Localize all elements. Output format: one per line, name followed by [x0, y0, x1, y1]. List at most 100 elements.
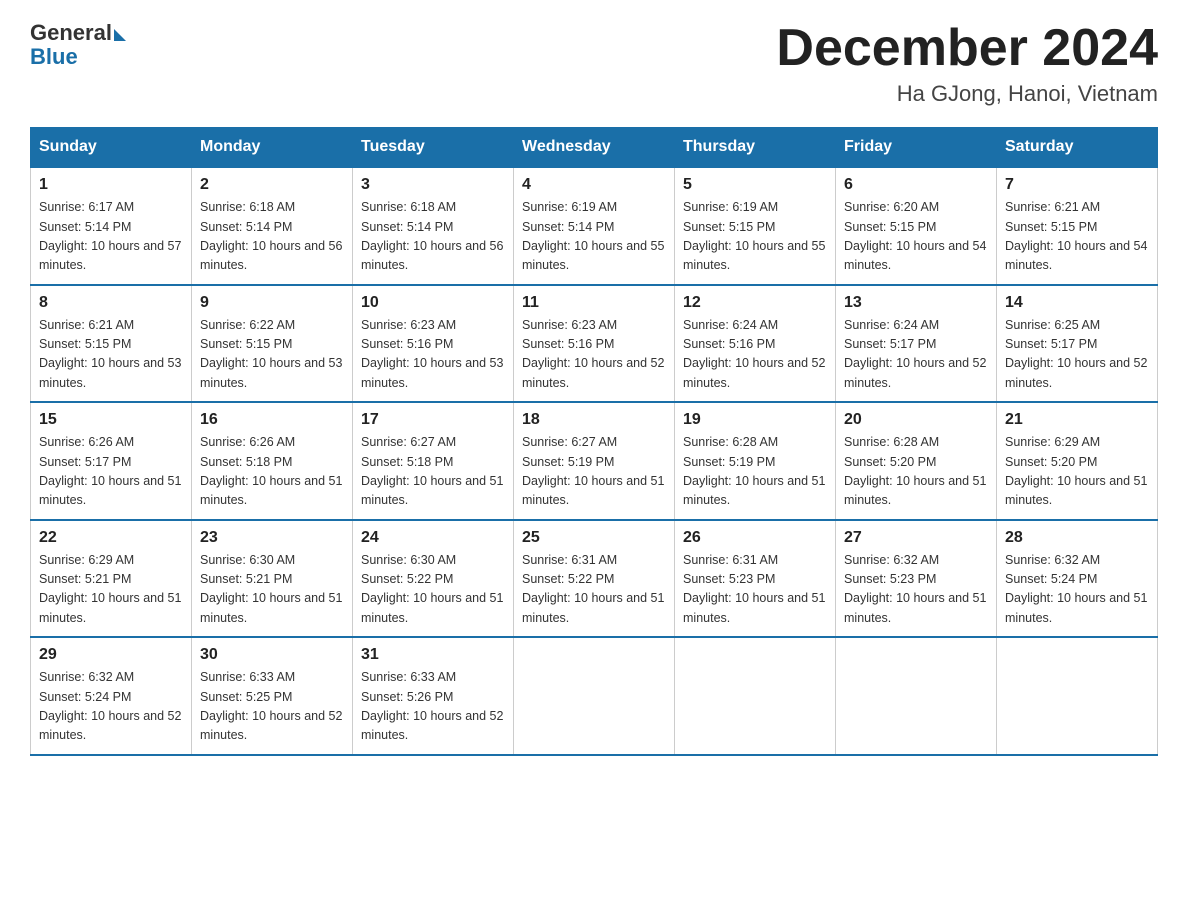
- day-number: 26: [683, 529, 827, 547]
- logo-general-text: General: [30, 20, 112, 46]
- day-cell: 1Sunrise: 6:17 AMSunset: 5:14 PMDaylight…: [31, 167, 192, 285]
- header-friday: Friday: [836, 128, 997, 168]
- day-cell: 26 Sunrise: 6:31 AMSunset: 5:23 PMDayligh…: [675, 520, 836, 638]
- day-number: 4: [522, 176, 666, 194]
- logo-arrow-icon: [114, 29, 126, 41]
- title-section: December 2024 Ha GJong, Hanoi, Vietnam: [776, 20, 1158, 107]
- day-detail: Sunrise: 6:28 AMSunset: 5:20 PMDaylight:…: [844, 435, 986, 507]
- day-cell: 19 Sunrise: 6:28 AMSunset: 5:19 PMDayligh…: [675, 402, 836, 520]
- day-cell: 2Sunrise: 6:18 AMSunset: 5:14 PMDaylight…: [192, 167, 353, 285]
- day-number: 28: [1005, 529, 1149, 547]
- day-cell: 18 Sunrise: 6:27 AMSunset: 5:19 PMDayligh…: [514, 402, 675, 520]
- day-cell: 15 Sunrise: 6:26 AMSunset: 5:17 PMDayligh…: [31, 402, 192, 520]
- day-cell: 31Sunrise: 6:33 AMSunset: 5:26 PMDayligh…: [353, 637, 514, 755]
- day-detail: Sunrise: 6:32 AMSunset: 5:24 PMDaylight:…: [1005, 553, 1147, 625]
- day-detail: Sunrise: 6:29 AMSunset: 5:21 PMDaylight:…: [39, 553, 181, 625]
- day-cell: 13 Sunrise: 6:24 AMSunset: 5:17 PMDayligh…: [836, 285, 997, 403]
- day-number: 12: [683, 294, 827, 312]
- day-cell: [675, 637, 836, 755]
- day-detail: Sunrise: 6:29 AMSunset: 5:20 PMDaylight:…: [1005, 435, 1147, 507]
- day-detail: Sunrise: 6:27 AMSunset: 5:18 PMDaylight:…: [361, 435, 503, 507]
- day-cell: [514, 637, 675, 755]
- day-number: 9: [200, 294, 344, 312]
- day-detail: Sunrise: 6:32 AMSunset: 5:24 PMDaylight:…: [39, 670, 181, 742]
- day-cell: 6 Sunrise: 6:20 AMSunset: 5:15 PMDaylight…: [836, 167, 997, 285]
- day-number: 6: [844, 176, 988, 194]
- day-number: 11: [522, 294, 666, 312]
- day-number: 13: [844, 294, 988, 312]
- day-number: 27: [844, 529, 988, 547]
- day-cell: 16 Sunrise: 6:26 AMSunset: 5:18 PMDayligh…: [192, 402, 353, 520]
- logo: General Blue: [30, 20, 126, 70]
- header-saturday: Saturday: [997, 128, 1158, 168]
- day-detail: Sunrise: 6:24 AMSunset: 5:17 PMDaylight:…: [844, 318, 986, 390]
- day-detail: Sunrise: 6:23 AMSunset: 5:16 PMDaylight:…: [522, 318, 664, 390]
- day-number: 25: [522, 529, 666, 547]
- day-cell: 14 Sunrise: 6:25 AMSunset: 5:17 PMDayligh…: [997, 285, 1158, 403]
- day-cell: 27 Sunrise: 6:32 AMSunset: 5:23 PMDayligh…: [836, 520, 997, 638]
- header-sunday: Sunday: [31, 128, 192, 168]
- day-detail: Sunrise: 6:30 AMSunset: 5:22 PMDaylight:…: [361, 553, 503, 625]
- week-row-2: 8 Sunrise: 6:21 AMSunset: 5:15 PMDaylight…: [31, 285, 1158, 403]
- day-detail: Sunrise: 6:21 AMSunset: 5:15 PMDaylight:…: [39, 318, 181, 390]
- day-cell: 29 Sunrise: 6:32 AMSunset: 5:24 PMDayligh…: [31, 637, 192, 755]
- day-number: 5: [683, 176, 827, 194]
- day-number: 8: [39, 294, 183, 312]
- day-cell: 21Sunrise: 6:29 AMSunset: 5:20 PMDayligh…: [997, 402, 1158, 520]
- day-number: 23: [200, 529, 344, 547]
- day-detail: Sunrise: 6:23 AMSunset: 5:16 PMDaylight:…: [361, 318, 503, 390]
- day-cell: 17 Sunrise: 6:27 AMSunset: 5:18 PMDayligh…: [353, 402, 514, 520]
- day-detail: Sunrise: 6:18 AMSunset: 5:14 PMDaylight:…: [361, 200, 503, 272]
- day-cell: [997, 637, 1158, 755]
- day-detail: Sunrise: 6:28 AMSunset: 5:19 PMDaylight:…: [683, 435, 825, 507]
- day-detail: Sunrise: 6:26 AMSunset: 5:17 PMDaylight:…: [39, 435, 181, 507]
- day-number: 3: [361, 176, 505, 194]
- day-detail: Sunrise: 6:30 AMSunset: 5:21 PMDaylight:…: [200, 553, 342, 625]
- week-row-4: 22 Sunrise: 6:29 AMSunset: 5:21 PMDayligh…: [31, 520, 1158, 638]
- day-cell: 24Sunrise: 6:30 AMSunset: 5:22 PMDayligh…: [353, 520, 514, 638]
- day-number: 14: [1005, 294, 1149, 312]
- header-wednesday: Wednesday: [514, 128, 675, 168]
- day-detail: Sunrise: 6:21 AMSunset: 5:15 PMDaylight:…: [1005, 200, 1147, 272]
- day-cell: 9 Sunrise: 6:22 AMSunset: 5:15 PMDaylight…: [192, 285, 353, 403]
- day-number: 1: [39, 176, 183, 194]
- calendar-header-row: SundayMondayTuesdayWednesdayThursdayFrid…: [31, 128, 1158, 168]
- day-cell: 22 Sunrise: 6:29 AMSunset: 5:21 PMDayligh…: [31, 520, 192, 638]
- calendar-table: SundayMondayTuesdayWednesdayThursdayFrid…: [30, 127, 1158, 756]
- week-row-3: 15 Sunrise: 6:26 AMSunset: 5:17 PMDayligh…: [31, 402, 1158, 520]
- day-number: 19: [683, 411, 827, 429]
- day-detail: Sunrise: 6:26 AMSunset: 5:18 PMDaylight:…: [200, 435, 342, 507]
- day-number: 18: [522, 411, 666, 429]
- day-number: 20: [844, 411, 988, 429]
- day-number: 17: [361, 411, 505, 429]
- day-number: 31: [361, 646, 505, 664]
- day-cell: 20 Sunrise: 6:28 AMSunset: 5:20 PMDayligh…: [836, 402, 997, 520]
- day-cell: 12Sunrise: 6:24 AMSunset: 5:16 PMDayligh…: [675, 285, 836, 403]
- day-detail: Sunrise: 6:19 AMSunset: 5:14 PMDaylight:…: [522, 200, 664, 272]
- day-cell: 10 Sunrise: 6:23 AMSunset: 5:16 PMDayligh…: [353, 285, 514, 403]
- day-number: 22: [39, 529, 183, 547]
- day-detail: Sunrise: 6:32 AMSunset: 5:23 PMDaylight:…: [844, 553, 986, 625]
- day-detail: Sunrise: 6:25 AMSunset: 5:17 PMDaylight:…: [1005, 318, 1147, 390]
- day-cell: 3 Sunrise: 6:18 AMSunset: 5:14 PMDaylight…: [353, 167, 514, 285]
- day-detail: Sunrise: 6:31 AMSunset: 5:23 PMDaylight:…: [683, 553, 825, 625]
- day-cell: 11 Sunrise: 6:23 AMSunset: 5:16 PMDayligh…: [514, 285, 675, 403]
- day-number: 30: [200, 646, 344, 664]
- page-header: General Blue December 2024 Ha GJong, Han…: [30, 20, 1158, 107]
- day-cell: [836, 637, 997, 755]
- day-number: 10: [361, 294, 505, 312]
- day-cell: 4 Sunrise: 6:19 AMSunset: 5:14 PMDaylight…: [514, 167, 675, 285]
- day-number: 7: [1005, 176, 1149, 194]
- day-number: 2: [200, 176, 344, 194]
- day-number: 15: [39, 411, 183, 429]
- day-detail: Sunrise: 6:33 AMSunset: 5:25 PMDaylight:…: [200, 670, 342, 742]
- day-detail: Sunrise: 6:19 AMSunset: 5:15 PMDaylight:…: [683, 200, 825, 272]
- header-thursday: Thursday: [675, 128, 836, 168]
- day-detail: Sunrise: 6:20 AMSunset: 5:15 PMDaylight:…: [844, 200, 986, 272]
- day-detail: Sunrise: 6:22 AMSunset: 5:15 PMDaylight:…: [200, 318, 342, 390]
- day-detail: Sunrise: 6:27 AMSunset: 5:19 PMDaylight:…: [522, 435, 664, 507]
- day-number: 29: [39, 646, 183, 664]
- day-cell: 8 Sunrise: 6:21 AMSunset: 5:15 PMDaylight…: [31, 285, 192, 403]
- day-number: 16: [200, 411, 344, 429]
- location-text: Ha GJong, Hanoi, Vietnam: [776, 81, 1158, 107]
